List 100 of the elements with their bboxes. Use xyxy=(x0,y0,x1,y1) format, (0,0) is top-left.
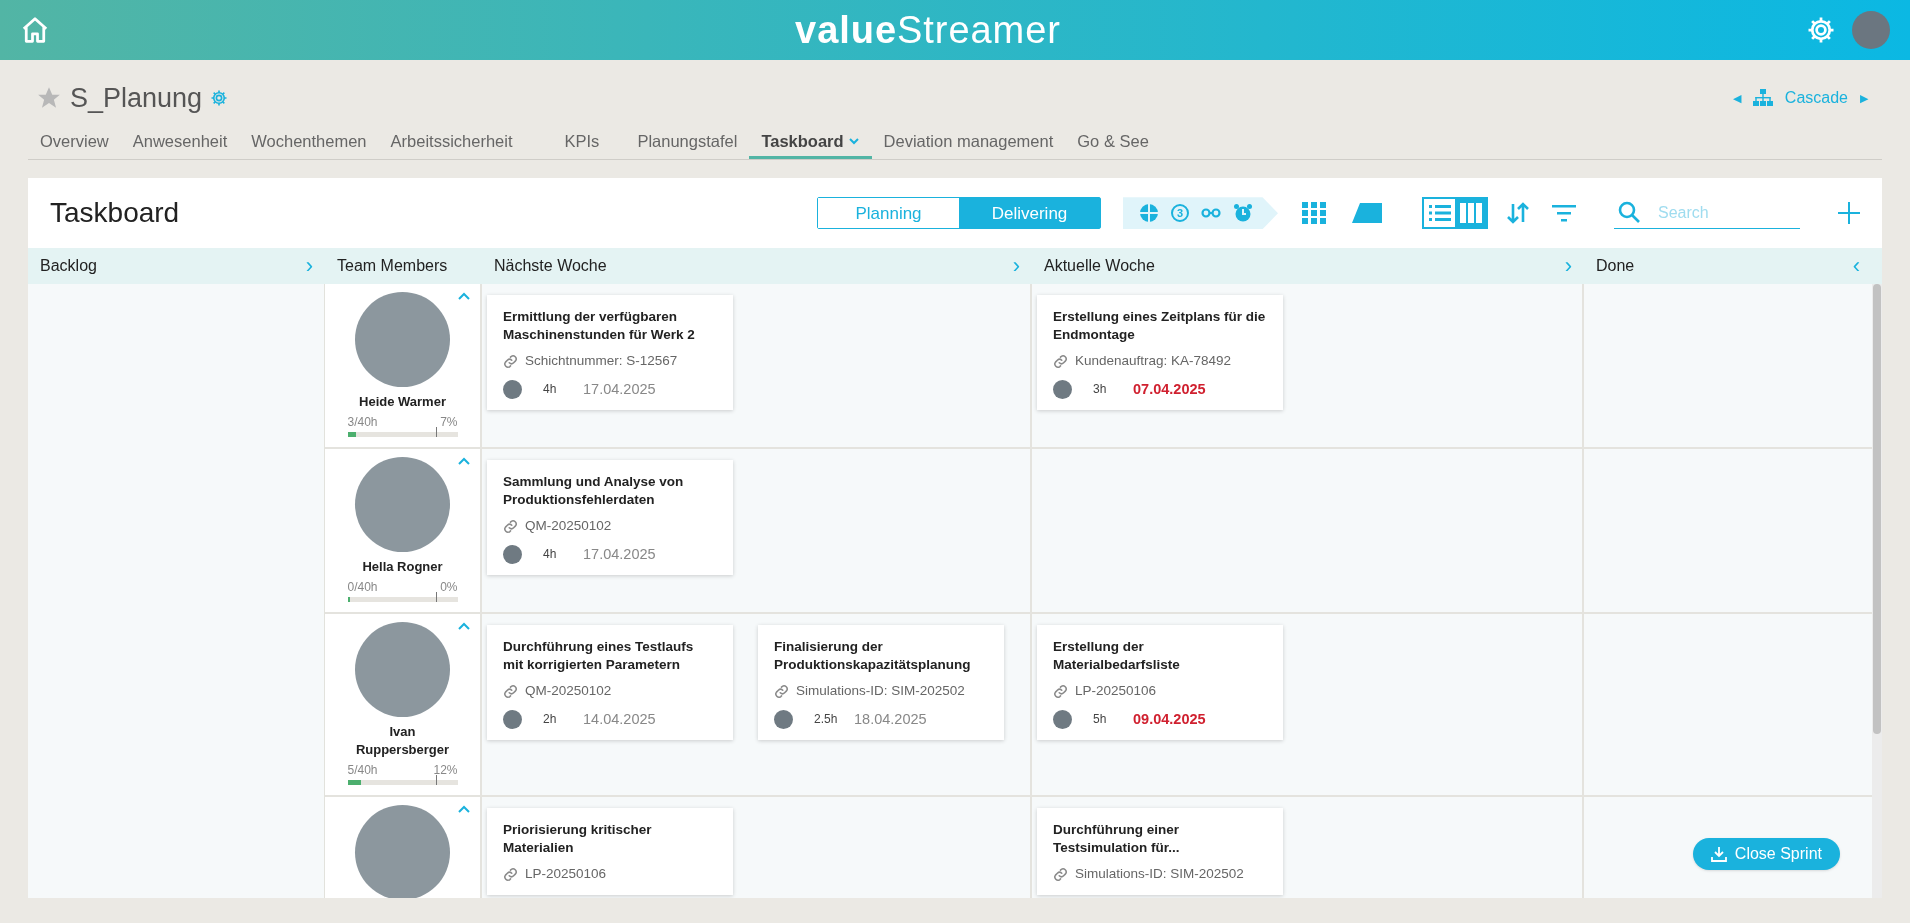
due-date: 14.04.2025 xyxy=(583,709,656,729)
nav-tab[interactable]: Go & See xyxy=(1065,126,1161,160)
task-reference: LP-20250106 xyxy=(525,865,607,884)
columns-view-button[interactable] xyxy=(1455,199,1486,228)
collapse-caret-icon[interactable] xyxy=(458,292,470,301)
project-title: S_Planung xyxy=(70,82,203,115)
search-field[interactable]: Search xyxy=(1614,197,1800,230)
task-title: Durchführung einer Testsimulation für... xyxy=(1053,821,1181,858)
nav-tab[interactable]: Deviation management xyxy=(871,126,1066,160)
search-icon xyxy=(1618,201,1640,224)
capacity-hours: 3/40h xyxy=(347,414,378,432)
task-card[interactable]: Sammlung und Analyse von Produktionsfehlerdaten QM-20250102 4h 17.04.2025 xyxy=(487,460,733,576)
app-logo: valueStreamer xyxy=(795,7,1061,53)
capacity-marker xyxy=(435,427,437,438)
settings-icon[interactable] xyxy=(1806,15,1836,45)
nav-tab[interactable]: Overview xyxy=(28,126,121,160)
member-name: Heide Warmer xyxy=(358,393,447,412)
glasses-icon[interactable] xyxy=(1201,207,1221,220)
task-card[interactable]: Erstellung der Materialbedarfsliste LP-20250106 5h 09.04.2025 xyxy=(1037,625,1283,741)
column-header: Aktuelle Woche xyxy=(1044,256,1155,277)
close-sprint-button[interactable]: Close Sprint xyxy=(1692,838,1840,871)
hierarchy-icon xyxy=(1752,89,1773,108)
column-header: Backlog xyxy=(40,256,97,277)
link-icon xyxy=(503,866,518,882)
scrollbar-thumb[interactable] xyxy=(1873,284,1881,735)
effort-hours: 2h xyxy=(543,711,558,729)
task-title: Sammlung und Analyse von Produktionsfehlerdaten xyxy=(503,473,685,510)
member-name: Hella Rogner xyxy=(361,558,444,577)
collapse-caret-icon[interactable] xyxy=(458,622,470,631)
task-reference: Kundenauftrag: KA-78492 xyxy=(1075,352,1232,371)
nav-tab[interactable]: Planungstafel xyxy=(625,126,750,160)
task-card[interactable]: Priorisierung kritischer Materialien LP-20250106 xyxy=(487,808,733,895)
task-reference: QM-20250102 xyxy=(525,682,612,701)
capacity-percent: 12% xyxy=(433,762,458,780)
column-header: Done xyxy=(1596,256,1635,277)
task-reference: Schichtnummer: S-12567 xyxy=(525,352,678,371)
collapse-caret-icon[interactable] xyxy=(458,805,470,814)
assignee-avatar xyxy=(503,379,522,399)
task-card[interactable]: Durchführung eines Testlaufs mit korrigierten Parametern QM-20250102 2h 14.04.2025 xyxy=(487,625,733,741)
capacity-marker xyxy=(435,775,437,786)
nav-tab[interactable]: Taskboard xyxy=(749,126,872,160)
assignee-avatar xyxy=(1053,379,1072,399)
assignee-avatar xyxy=(503,709,522,729)
task-title: Erstellung der Materialbedarfsliste xyxy=(1053,638,1181,675)
task-title: Finalisierung der Produktionskapazitätsplanung xyxy=(774,638,972,675)
task-card[interactable]: Durchführung einer Testsimulation für... Simulations-ID: SIM-202502 xyxy=(1037,808,1283,895)
effort-hours: 3h xyxy=(1093,381,1108,399)
task-title: Ermittlung der verfügbaren Maschinenstunden für Werk 2 xyxy=(503,308,696,345)
gantt-view-icon[interactable] xyxy=(1352,203,1382,224)
effort-hours: 4h xyxy=(543,546,558,564)
task-reference: Simulations-ID: SIM-202502 xyxy=(796,682,965,701)
effort-hours: 4h xyxy=(543,381,558,399)
due-date: 18.04.2025 xyxy=(854,709,927,729)
assignee-avatar xyxy=(503,544,522,564)
link-icon xyxy=(503,683,518,699)
project-settings-icon[interactable] xyxy=(210,89,229,108)
add-icon[interactable] xyxy=(1838,202,1860,225)
due-date: 07.04.2025 xyxy=(1133,379,1206,399)
mode-toggle[interactable]: Delivering xyxy=(959,198,1100,229)
capacity-marker xyxy=(435,592,437,603)
nav-tab[interactable]: Arbeitssicherheit xyxy=(378,126,525,160)
link-icon xyxy=(503,353,518,369)
link-icon xyxy=(1053,866,1068,882)
sort-icon[interactable] xyxy=(1506,201,1530,226)
effort-hours: 5h xyxy=(1093,711,1108,729)
due-date: 09.04.2025 xyxy=(1133,709,1206,729)
task-title: Priorisierung kritischer Materialien xyxy=(503,821,653,858)
capacity-percent: 7% xyxy=(440,414,458,432)
task-reference: QM-20250102 xyxy=(525,517,612,536)
task-card[interactable]: Ermittlung der verfügbaren Maschinenstunden für Werk 2 Schichtnummer: S-12567 4h 17.04.2025 xyxy=(487,295,733,411)
member-name: Ivan Ruppersberger xyxy=(354,723,451,760)
task-reference: LP-20250106 xyxy=(1075,682,1157,701)
due-date: 17.04.2025 xyxy=(583,379,656,399)
column-header: Nächste Woche xyxy=(494,256,607,277)
effort-hours: 2.5h xyxy=(814,711,839,729)
link-icon xyxy=(774,683,789,699)
link-icon xyxy=(503,518,518,534)
board-title: Taskboard xyxy=(50,196,180,231)
nav-tab[interactable]: Anwesenheit xyxy=(120,126,240,160)
task-title: Durchführung eines Testlaufs mit korrigierten Parametern xyxy=(503,638,695,675)
capacity-hours: 5/40h xyxy=(347,762,378,780)
due-date: 17.04.2025 xyxy=(583,544,656,564)
task-card[interactable]: Erstellung eines Zeitplans für die Endmontage Kundenauftrag: KA-78492 3h 07.04.2025 xyxy=(1037,295,1283,411)
task-reference: Simulations-ID: SIM-202502 xyxy=(1075,865,1244,884)
nav-tab[interactable]: KPIs xyxy=(552,126,612,160)
alarm-clock-icon[interactable] xyxy=(1233,203,1253,224)
filter-icon[interactable] xyxy=(1552,203,1576,224)
collapse-caret-icon[interactable] xyxy=(458,457,470,466)
task-title: Erstellung eines Zeitplans für die Endmontage xyxy=(1053,308,1267,345)
nav-tab[interactable]: Wochenthemen xyxy=(239,126,379,160)
task-card[interactable]: Finalisierung der Produktionskapazitätsplanung Simulations-ID: SIM-202502 2.5h 18.04.2025 xyxy=(758,625,1004,741)
target-icon[interactable] xyxy=(1139,203,1159,224)
capacity-percent: 0% xyxy=(440,579,458,597)
assignee-avatar xyxy=(1053,709,1072,729)
user-avatar[interactable] xyxy=(1852,11,1890,49)
grid-view-icon[interactable] xyxy=(1302,202,1326,225)
home-icon[interactable] xyxy=(20,15,50,45)
link-icon xyxy=(1053,683,1068,699)
link-icon xyxy=(1053,353,1068,369)
assignee-avatar xyxy=(774,709,793,729)
